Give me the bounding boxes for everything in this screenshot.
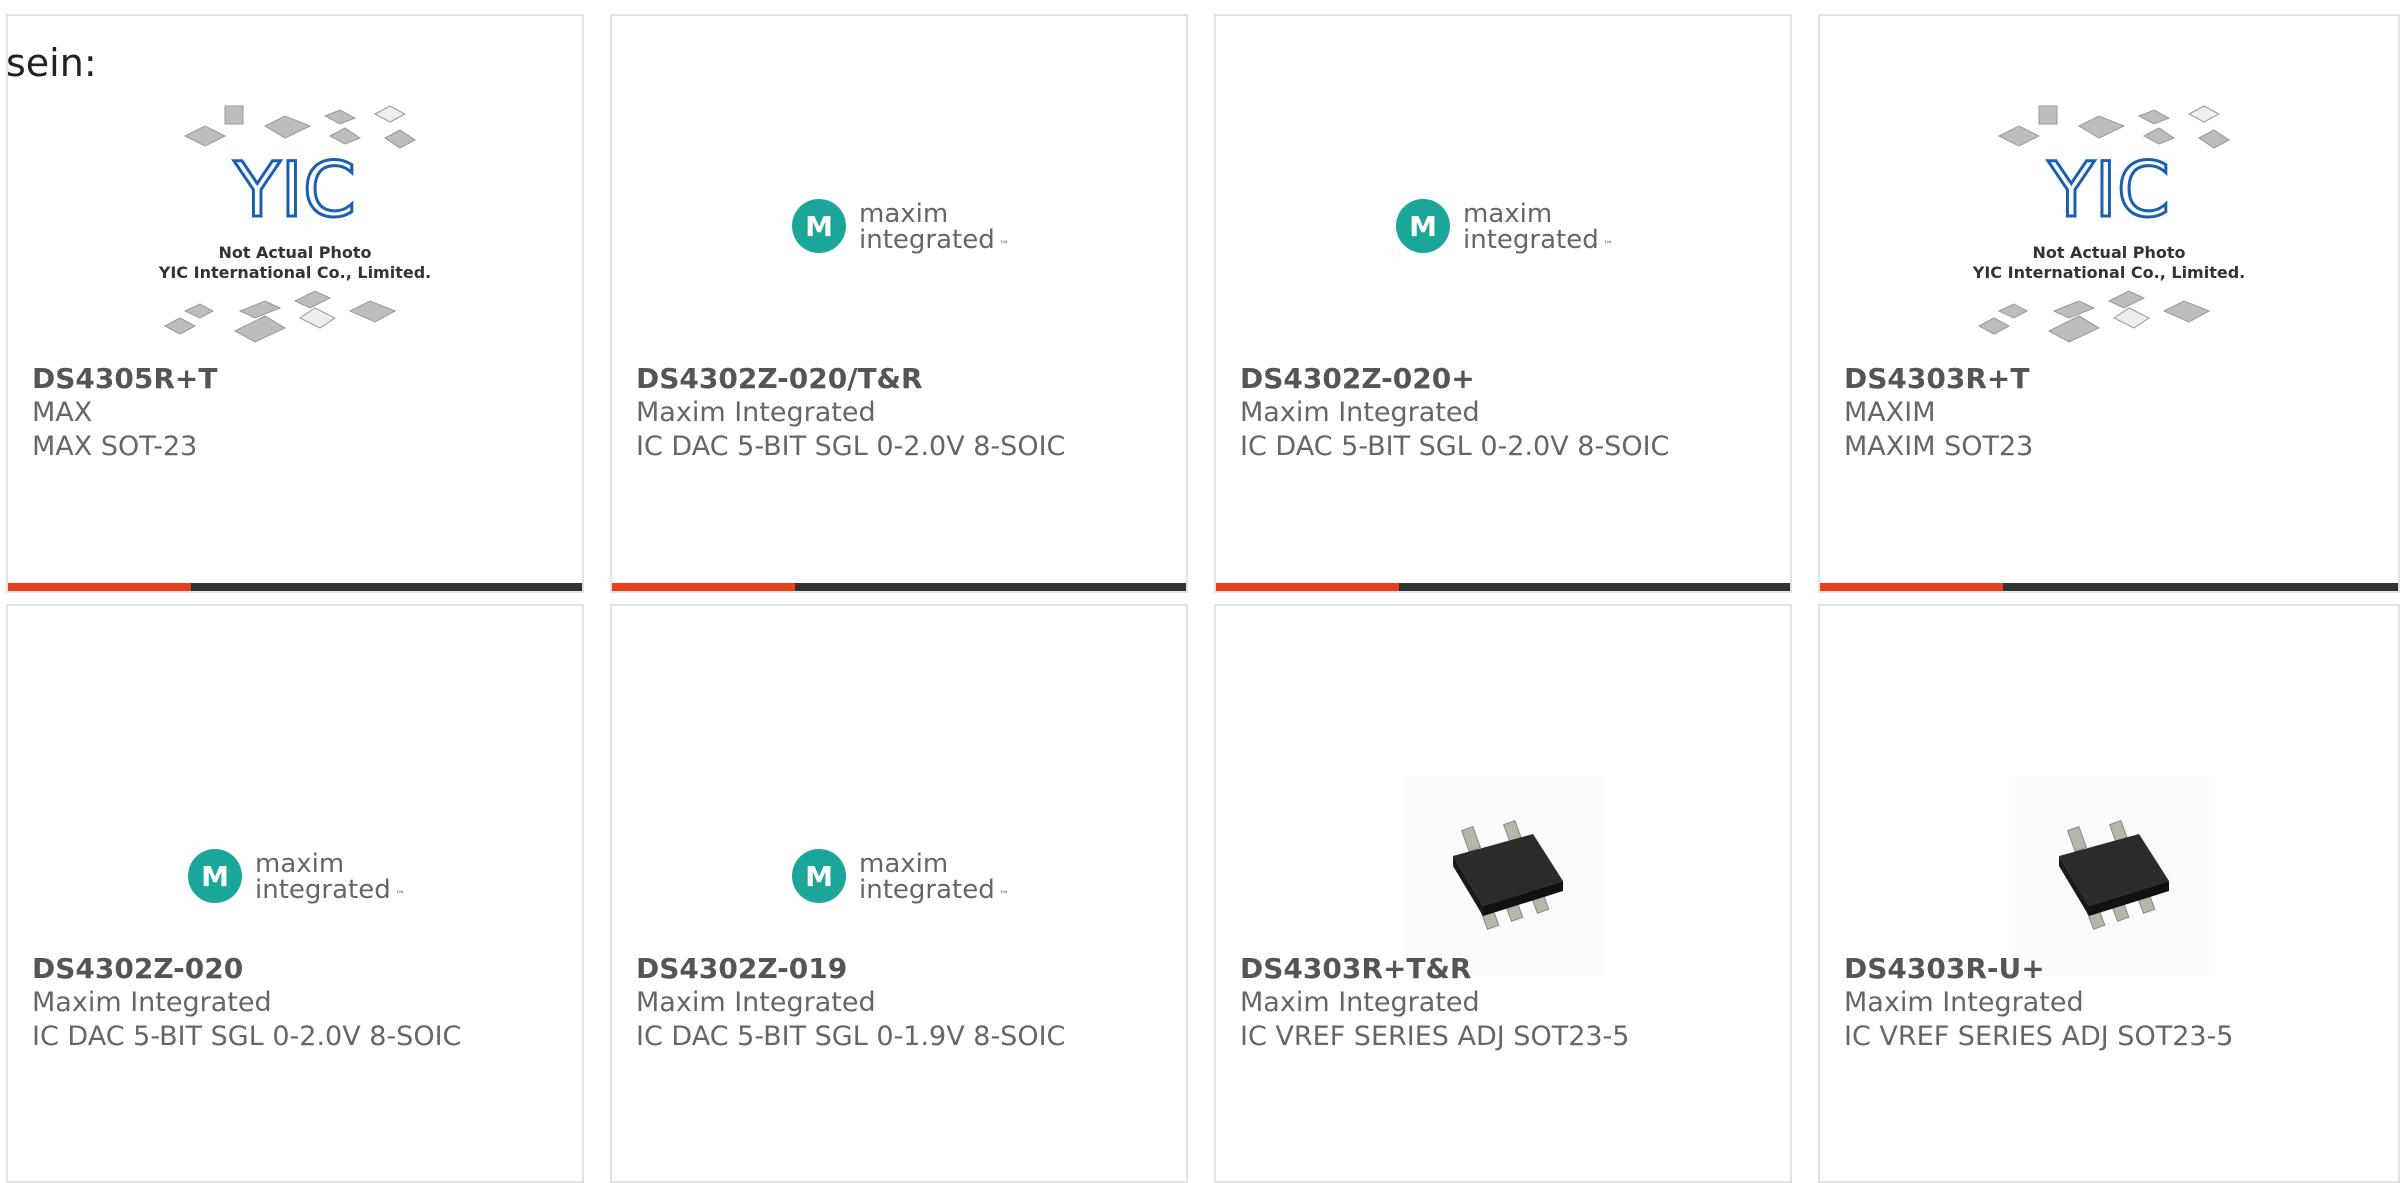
product-card[interactable]: DS4303R+T&R Maxim Integrated IC VREF SER… bbox=[1214, 604, 1792, 1183]
manufacturer: MAX bbox=[32, 397, 93, 428]
svg-text:M: M bbox=[201, 860, 229, 893]
part-number[interactable]: DS4302Z-020 bbox=[32, 952, 558, 986]
card-bottom-bar bbox=[8, 583, 582, 591]
maxim-tm: ™ bbox=[1603, 240, 1613, 251]
yic-placeholder-image: YIC Not Actual Photo YIC International C… bbox=[1972, 105, 2245, 343]
yic-logo-text: YIC bbox=[2047, 145, 2170, 234]
part-number[interactable]: DS4302Z-020/T&R bbox=[636, 362, 1162, 396]
maxim-word2: integrated bbox=[1463, 225, 1599, 255]
manufacturer: Maxim Integrated bbox=[32, 987, 272, 1018]
manufacturer: Maxim Integrated bbox=[1240, 397, 1480, 428]
description: MAXIM SOT23 bbox=[1844, 431, 2034, 462]
manufacturer: Maxim Integrated bbox=[1240, 987, 1480, 1018]
sot23-chip-image bbox=[2009, 776, 2209, 976]
description: IC DAC 5-BIT SGL 0-2.0V 8-SOIC bbox=[32, 1021, 462, 1052]
card-accent-bar bbox=[1820, 583, 2003, 591]
product-image[interactable]: YIC Not Actual Photo YIC International C… bbox=[8, 86, 582, 366]
product-card[interactable]: M maxim integrated ™ DS4302Z-020/T&R Max… bbox=[610, 14, 1188, 593]
description: IC VREF SERIES ADJ SOT23-5 bbox=[1240, 1021, 1630, 1052]
card-bottom-bar bbox=[1216, 583, 1790, 591]
manufacturer: Maxim Integrated bbox=[636, 987, 876, 1018]
part-number[interactable]: DS4302Z-020+ bbox=[1240, 362, 1766, 396]
maxim-tm: ™ bbox=[999, 890, 1009, 901]
description: IC VREF SERIES ADJ SOT23-5 bbox=[1844, 1021, 2234, 1052]
svg-text:M: M bbox=[805, 210, 833, 243]
maxim-logo-image: M maxim integrated ™ bbox=[792, 849, 1009, 905]
product-image[interactable]: M maxim integrated ™ bbox=[1216, 86, 1790, 366]
description: MAX SOT-23 bbox=[32, 431, 198, 462]
product-card[interactable]: YIC Not Actual Photo YIC International C… bbox=[6, 14, 584, 593]
yic-line1: Not Actual Photo bbox=[2032, 243, 2185, 262]
yic-placeholder-image: YIC Not Actual Photo YIC International C… bbox=[158, 105, 431, 343]
card-accent-bar bbox=[8, 583, 191, 591]
description: IC DAC 5-BIT SGL 0-1.9V 8-SOIC bbox=[636, 1021, 1066, 1052]
product-card[interactable]: DS4303R-U+ Maxim Integrated IC VREF SERI… bbox=[1818, 604, 2400, 1183]
part-number[interactable]: DS4302Z-019 bbox=[636, 952, 1162, 986]
product-card[interactable]: YIC Not Actual Photo YIC International C… bbox=[1818, 14, 2400, 593]
card-accent-bar bbox=[612, 583, 795, 591]
svg-text:M: M bbox=[805, 860, 833, 893]
maxim-logo-image: M maxim integrated ™ bbox=[188, 849, 405, 905]
yic-line2: YIC International Co., Limited. bbox=[158, 263, 431, 282]
maxim-tm: ™ bbox=[999, 240, 1009, 251]
yic-line1: Not Actual Photo bbox=[218, 243, 371, 262]
maxim-logo-image: M maxim integrated ™ bbox=[1396, 199, 1613, 255]
yic-line2: YIC International Co., Limited. bbox=[1972, 263, 2245, 282]
intro-text: sein: bbox=[6, 41, 97, 85]
part-number[interactable]: DS4303R+T&R bbox=[1240, 952, 1766, 986]
maxim-tm: ™ bbox=[395, 890, 405, 901]
manufacturer: MAXIM bbox=[1844, 397, 1936, 428]
product-card[interactable]: M maxim integrated ™ DS4302Z-019 Maxim I… bbox=[610, 604, 1188, 1183]
maxim-word2: integrated bbox=[859, 225, 995, 255]
manufacturer: Maxim Integrated bbox=[636, 397, 876, 428]
part-number[interactable]: DS4305R+T bbox=[32, 362, 558, 396]
part-number[interactable]: DS4303R+T bbox=[1844, 362, 2374, 396]
product-card[interactable]: M maxim integrated ™ DS4302Z-020 Maxim I… bbox=[6, 604, 584, 1183]
sot23-chip-image bbox=[1403, 776, 1603, 976]
card-bottom-bar bbox=[612, 583, 1186, 591]
product-card[interactable]: M maxim integrated ™ DS4302Z-020+ Maxim … bbox=[1214, 14, 1792, 593]
maxim-word2: integrated bbox=[859, 875, 995, 905]
maxim-word2: integrated bbox=[255, 875, 391, 905]
product-image[interactable]: YIC Not Actual Photo YIC International C… bbox=[1820, 86, 2398, 366]
manufacturer: Maxim Integrated bbox=[1844, 987, 2084, 1018]
description: IC DAC 5-BIT SGL 0-2.0V 8-SOIC bbox=[636, 431, 1066, 462]
part-number[interactable]: DS4303R-U+ bbox=[1844, 952, 2374, 986]
maxim-logo-image: M maxim integrated ™ bbox=[792, 199, 1009, 255]
card-bottom-bar bbox=[1820, 583, 2398, 591]
svg-text:M: M bbox=[1409, 210, 1437, 243]
product-image[interactable]: M maxim integrated ™ bbox=[612, 86, 1186, 366]
yic-logo-text: YIC bbox=[233, 145, 356, 234]
description: IC DAC 5-BIT SGL 0-2.0V 8-SOIC bbox=[1240, 431, 1670, 462]
card-accent-bar bbox=[1216, 583, 1399, 591]
